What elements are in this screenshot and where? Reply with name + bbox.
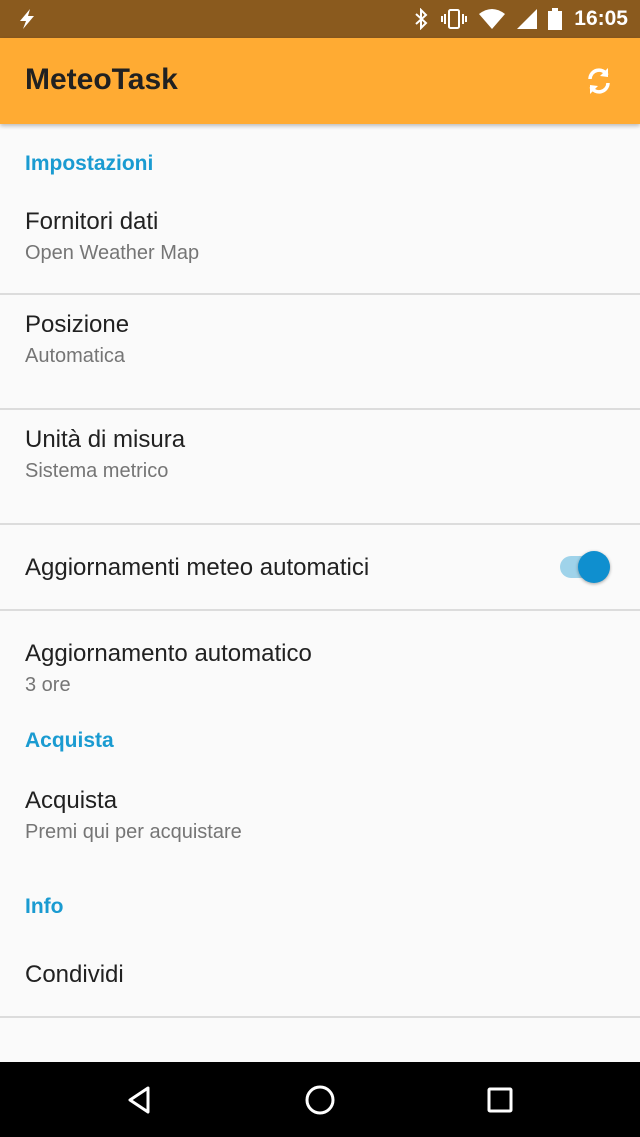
section-header-acquista: Acquista xyxy=(25,729,114,752)
pref-auto-update-interval[interactable]: Aggiornamento automatico 3 ore xyxy=(0,611,640,711)
pref-title: Fornitori dati xyxy=(25,208,159,235)
pref-position[interactable]: Posizione Automatica xyxy=(0,295,640,408)
app-title: MeteoTask xyxy=(25,63,178,96)
pref-summary: Automatica xyxy=(25,345,126,367)
flash-icon xyxy=(20,9,34,29)
app-bar: MeteoTask xyxy=(0,38,640,124)
pref-share[interactable]: Condividi xyxy=(0,933,640,1016)
pref-title: Aggiornamenti meteo automatici xyxy=(25,554,370,581)
pref-buy[interactable]: Acquista Premi qui per acquistare xyxy=(0,771,640,881)
battery-icon xyxy=(548,8,563,30)
pref-title: Acquista xyxy=(25,787,118,814)
pref-title: Aggiornamento automatico xyxy=(25,640,312,667)
recents-icon[interactable] xyxy=(480,1080,520,1120)
pref-summary: Premi qui per acquistare xyxy=(25,821,242,843)
pref-summary: Open Weather Map xyxy=(25,242,200,264)
pref-title: Posizione xyxy=(25,311,130,338)
pref-units[interactable]: Unità di misura Sistema metrico xyxy=(0,410,640,523)
home-icon[interactable] xyxy=(300,1080,340,1120)
refresh-icon[interactable] xyxy=(580,62,618,100)
divider xyxy=(0,1016,640,1018)
auto-update-toggle[interactable] xyxy=(560,551,610,583)
navigation-bar xyxy=(0,1062,640,1137)
pref-title: Condividi xyxy=(25,961,124,988)
status-icons: 16:05 xyxy=(412,0,628,38)
bluetooth-icon xyxy=(415,8,428,30)
pref-auto-weather-updates[interactable]: Aggiornamenti meteo automatici xyxy=(0,525,640,609)
section-header-info: Info xyxy=(25,895,64,918)
vibrate-icon xyxy=(441,9,468,29)
pref-data-provider[interactable]: Fornitori dati Open Weather Map xyxy=(0,204,640,293)
signal-icon xyxy=(517,9,538,29)
wifi-icon xyxy=(479,9,506,29)
status-bar: 16:05 xyxy=(0,0,640,38)
pref-summary: 3 ore xyxy=(25,674,71,696)
settings-list: Impostazioni Fornitori dati Open Weather… xyxy=(0,124,640,1018)
back-icon[interactable] xyxy=(120,1080,160,1120)
pref-summary: Sistema metrico xyxy=(25,460,169,482)
section-header-impostazioni: Impostazioni xyxy=(25,152,154,175)
toggle-thumb xyxy=(578,551,610,583)
status-time: 16:05 xyxy=(574,7,628,30)
pref-title: Unità di misura xyxy=(25,426,186,453)
